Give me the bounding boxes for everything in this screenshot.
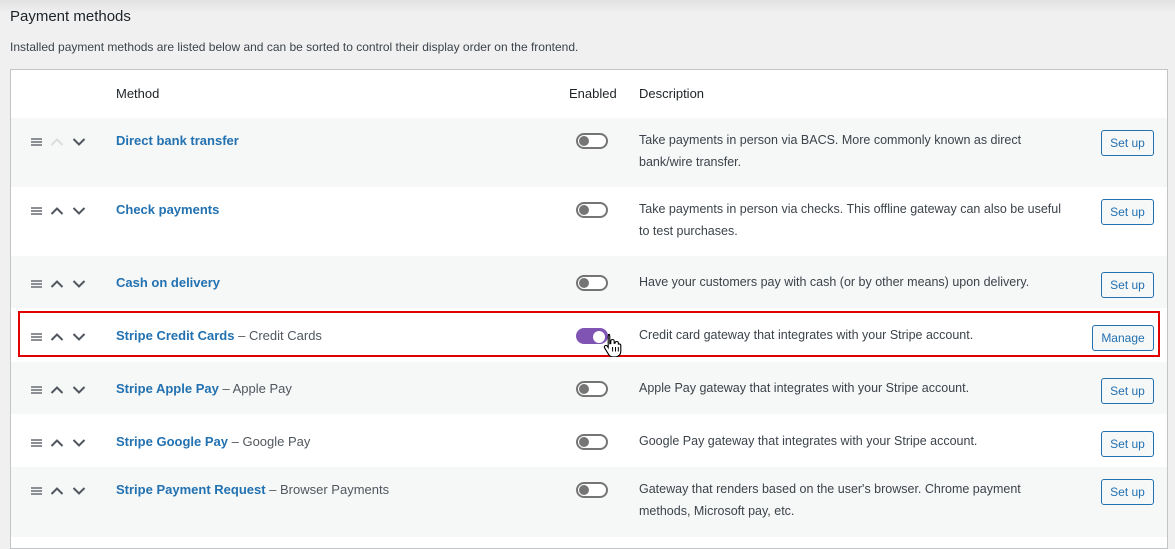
table-row: Stripe Google Pay – Google Pay Google Pa… — [11, 414, 1167, 467]
set-up-button[interactable]: Set up — [1101, 378, 1154, 404]
set-up-button[interactable]: Set up — [1101, 199, 1154, 225]
method-description: Apple Pay gateway that integrates with y… — [639, 381, 970, 395]
drag-handle-icon[interactable] — [31, 138, 42, 146]
method-name-cell: Cash on delivery — [116, 275, 220, 290]
chevron-up-icon[interactable] — [50, 279, 64, 289]
table-row: Check payments Take payments in person v… — [11, 187, 1167, 256]
chevron-down-icon[interactable] — [72, 279, 86, 289]
drag-handle-icon[interactable] — [31, 487, 42, 495]
column-header-description: Description — [639, 86, 705, 101]
method-name-link[interactable]: Stripe Google Pay — [116, 434, 228, 449]
chevron-up-icon[interactable] — [50, 486, 64, 496]
set-up-button[interactable]: Set up — [1101, 130, 1154, 156]
page-title: Payment methods — [10, 8, 131, 25]
method-name-link[interactable]: Direct bank transfer — [116, 133, 239, 148]
chevron-up-icon[interactable] — [50, 206, 64, 216]
method-description: Gateway that renders based on the user's… — [639, 482, 1021, 518]
chevron-down-icon[interactable] — [72, 486, 86, 496]
method-description: Have your customers pay with cash (or by… — [639, 275, 1030, 289]
method-subtitle: – Apple Pay — [218, 381, 292, 396]
method-name-link[interactable]: Check payments — [116, 202, 219, 217]
page-description: Installed payment methods are listed bel… — [10, 40, 579, 54]
method-description: Google Pay gateway that integrates with … — [639, 434, 978, 448]
set-up-button[interactable]: Set up — [1101, 272, 1154, 298]
method-description: Take payments in person via checks. This… — [639, 202, 1061, 238]
drag-handle-icon[interactable] — [31, 207, 42, 215]
payment-methods-table: Method Enabled Description Direct bank t… — [10, 69, 1168, 549]
chevron-down-icon[interactable] — [72, 438, 86, 448]
method-subtitle: – Browser Payments — [265, 482, 390, 497]
table-row: Direct bank transfer Take payments in pe… — [11, 118, 1167, 187]
method-name-link[interactable]: Stripe Apple Pay — [116, 381, 219, 396]
method-name-cell: Stripe Google Pay – Google Pay — [116, 434, 310, 449]
table-row: Stripe Apple Pay – Apple Pay Apple Pay g… — [11, 362, 1167, 414]
method-subtitle: – Google Pay — [227, 434, 311, 449]
chevron-down-icon[interactable] — [72, 385, 86, 395]
table-row: Stripe Payment Request – Browser Payment… — [11, 467, 1167, 537]
method-name-cell: Direct bank transfer — [116, 133, 239, 148]
table-header: Method Enabled Description — [11, 70, 1167, 119]
method-name-cell: Stripe Apple Pay – Apple Pay — [116, 381, 292, 396]
top-shadow — [0, 0, 1175, 14]
hand-pointer-cursor-icon — [603, 333, 625, 362]
drag-handle-icon[interactable] — [31, 439, 42, 447]
set-up-button[interactable]: Set up — [1101, 431, 1154, 457]
enabled-toggle[interactable] — [576, 133, 608, 149]
table-row: Cash on delivery Have your customers pay… — [11, 256, 1167, 308]
enabled-toggle[interactable] — [576, 275, 608, 291]
set-up-button[interactable]: Set up — [1101, 479, 1154, 505]
enabled-toggle[interactable] — [576, 202, 608, 218]
chevron-down-icon[interactable] — [72, 137, 86, 147]
method-description: Take payments in person via BACS. More c… — [639, 133, 1022, 169]
chevron-down-icon[interactable] — [72, 206, 86, 216]
chevron-up-icon[interactable] — [50, 438, 64, 448]
chevron-up-icon[interactable] — [50, 385, 64, 395]
enabled-toggle[interactable] — [576, 482, 608, 498]
method-name-link[interactable]: Cash on delivery — [116, 275, 220, 290]
enabled-toggle[interactable] — [576, 381, 608, 397]
column-header-method: Method — [116, 86, 160, 101]
method-name-cell: Stripe Payment Request – Browser Payment… — [116, 482, 389, 497]
enabled-toggle[interactable] — [576, 434, 608, 450]
drag-handle-icon[interactable] — [31, 280, 42, 288]
method-name-cell: Check payments — [116, 202, 219, 217]
method-name-link[interactable]: Stripe Payment Request — [116, 482, 266, 497]
drag-handle-icon[interactable] — [31, 386, 42, 394]
chevron-up-icon — [50, 137, 64, 147]
highlight-box — [18, 311, 1160, 357]
column-header-enabled: Enabled — [569, 86, 617, 101]
